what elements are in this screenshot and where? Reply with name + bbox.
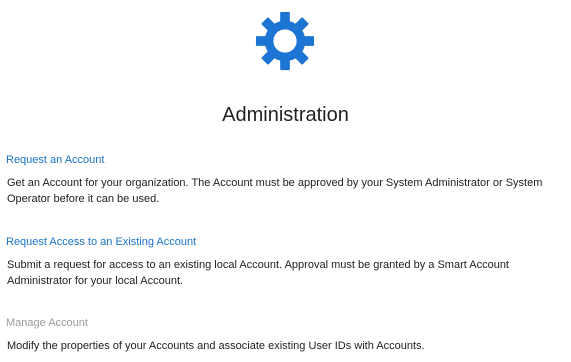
request-access-link[interactable]: Request Access to an Existing Account: [6, 235, 566, 249]
page-title: Administration: [222, 104, 349, 126]
request-access-section: Request Access to an Existing Account Su…: [6, 235, 566, 289]
gear-icon: [255, 11, 315, 71]
administration-page: Administration Request an Account Get an…: [0, 0, 571, 362]
request-access-description: Submit a request for access to an existi…: [7, 259, 509, 287]
manage-account-link: Manage Account: [6, 317, 88, 329]
request-account-link[interactable]: Request an Account: [6, 153, 566, 167]
manage-account-description: Modify the properties of your Accounts a…: [7, 340, 425, 352]
request-account-section: Request an Account Get an Account for yo…: [6, 153, 566, 207]
manage-account-section: Manage Account Modify the properties of …: [6, 316, 566, 354]
request-account-description: Get an Account for your organization. Th…: [7, 177, 543, 205]
